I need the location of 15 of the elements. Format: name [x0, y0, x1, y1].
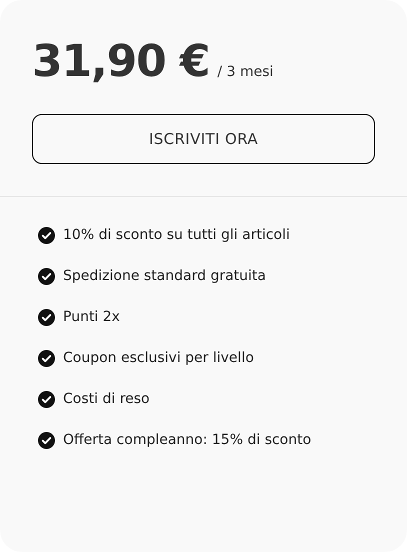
benefit-text: 10% di sconto su tutti gli articoli: [63, 226, 290, 245]
billing-period: / 3 mesi: [217, 63, 274, 82]
benefit-text: Costi di reso: [63, 390, 150, 409]
check-circle-icon: [38, 432, 55, 449]
benefit-text: Coupon esclusivi per livello: [63, 349, 254, 368]
subscribe-button[interactable]: ISCRIVITI ORA: [32, 114, 375, 164]
benefit-text: Offerta compleanno: 15% di sconto: [63, 431, 312, 450]
check-circle-icon: [38, 309, 55, 326]
check-circle-icon: [38, 350, 55, 367]
benefit-text: Spedizione standard gratuita: [63, 267, 266, 286]
benefit-text: Punti 2x: [63, 308, 120, 327]
check-circle-icon: [38, 268, 55, 285]
check-circle-icon: [38, 227, 55, 244]
check-circle-icon: [38, 391, 55, 408]
price: 31,90 €: [32, 40, 210, 84]
